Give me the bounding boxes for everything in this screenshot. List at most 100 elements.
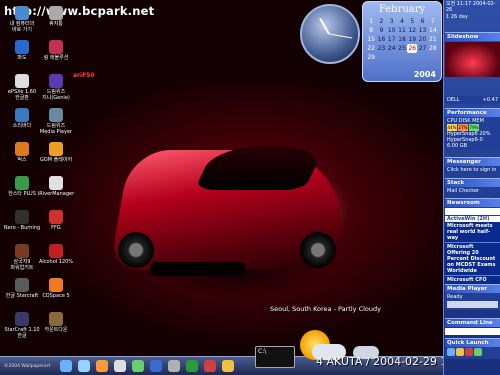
desktop-icon-image [49, 210, 63, 224]
desktop-icon[interactable]: 링 레볼루션 [34, 40, 78, 61]
messenger-title: Messenger [445, 157, 500, 166]
desktop-icon-image [15, 74, 29, 88]
desktop-icon-image [15, 312, 29, 326]
command-line-input[interactable] [445, 328, 500, 335]
desktop-icon[interactable]: 드림위즈 지니(Genie) [34, 74, 78, 101]
stack-title: Stack [445, 178, 500, 187]
quick-launch-icons[interactable] [445, 347, 500, 359]
desktop-icon[interactable]: iRiverManager [34, 176, 78, 197]
desktop-icon[interactable]: 휴지통 [34, 6, 78, 27]
taskbar-app9-icon[interactable] [222, 360, 234, 372]
taskbar-app3-icon[interactable] [114, 360, 126, 372]
quick-launch-icon[interactable] [447, 348, 455, 356]
slideshow-image[interactable] [445, 42, 500, 77]
stack-tile[interactable]: Stack Mail Checker [445, 178, 500, 195]
desktop-icon-image [15, 40, 29, 54]
taskbar-start-orb-icon[interactable] [60, 360, 72, 372]
taskbar-app1-icon[interactable] [78, 360, 90, 372]
quick-launch-tile[interactable]: Quick Launch [445, 338, 500, 359]
desktop-icon[interactable]: GOM 플레이어 [34, 142, 78, 163]
media-player-title: Media Player [445, 284, 500, 293]
desktop-icon-image [15, 210, 29, 224]
calendar-day[interactable]: 22 [366, 44, 376, 53]
calendar-grid: 1 2 3 4 5 6 7 8 9 10 11 12 13 14 15 16 17 18 19 20 21 22 23 24 2… [366, 17, 438, 62]
performance-tile[interactable]: Performance CPU DISK MEM 44% 27% 79% Hyper… [445, 108, 500, 150]
desktop-icon[interactable]: FFG [34, 210, 78, 231]
taskbar-app2-icon[interactable] [96, 360, 108, 372]
calendar-day[interactable]: 24 [387, 44, 397, 53]
newsroom-tile[interactable]: Newsroom ActiveWin (2H) Microsoft meets r… [445, 198, 500, 285]
media-controls[interactable] [447, 301, 498, 308]
calendar-day[interactable]: 5 [407, 17, 417, 26]
command-window-thumb[interactable]: C:\ [255, 346, 295, 368]
calendar-month: February [378, 4, 426, 15]
calendar-day[interactable]: 20 [417, 35, 427, 44]
analog-clock-widget[interactable] [300, 4, 360, 64]
taskbar-app5-icon[interactable] [150, 360, 162, 372]
taskbar-app4-icon[interactable] [132, 360, 144, 372]
newsroom-list: ActiveWin (2H) Microsoft meets real world… [445, 216, 500, 285]
wallpaper-car-wheel [118, 232, 154, 268]
calendar-day[interactable]: 10 [387, 26, 397, 35]
stock-tile: DELL +0.47 [445, 96, 500, 104]
quick-launch-icon[interactable] [474, 348, 482, 356]
taskbar-app7-icon[interactable] [186, 360, 198, 372]
calendar-day[interactable]: 9 [376, 26, 386, 35]
calendar-day[interactable]: 13 [417, 26, 427, 35]
calendar-day[interactable]: 7 [428, 17, 438, 26]
taskbar-app8-icon[interactable] [204, 360, 216, 372]
quick-launch-icon[interactable] [456, 348, 464, 356]
newsroom-toolbar[interactable] [445, 208, 500, 215]
calendar-widget[interactable]: February 1 2 3 4 5 6 7 8 9 10 11 12 13 14 15 16 17 18 19 20… [362, 1, 442, 82]
clock-minute-hand [329, 33, 353, 39]
desktop-icon-image [15, 6, 29, 20]
desktop-icon-label: 링 레볼루션 [43, 55, 69, 61]
calendar-day[interactable]: 21 [428, 35, 438, 44]
messenger-signin-link[interactable]: Click here to sign in [445, 166, 500, 174]
stock-value: +0.47 [482, 97, 498, 103]
calendar-day[interactable]: 14 [428, 26, 438, 35]
calendar-day[interactable]: 4 [397, 17, 407, 26]
calendar-day[interactable]: 17 [387, 35, 397, 44]
calendar-day[interactable]: 6 [417, 17, 427, 26]
slideshow-title: Slideshow [445, 32, 500, 41]
news-headline[interactable]: Microsoft Offering 20 Percent Discount o… [445, 243, 500, 276]
slideshow-tile[interactable]: Slideshow [445, 32, 500, 78]
quick-launch-icon[interactable] [465, 348, 473, 356]
f50-label: ariF50 [73, 72, 95, 79]
calendar-day[interactable]: 27 [417, 44, 427, 53]
desktop-icon-label: CDSpace 5 [42, 293, 70, 299]
taskbar-copyright: ©2004 Wallpaperart [4, 364, 51, 369]
calendar-day[interactable]: 23 [376, 44, 386, 53]
calendar-day[interactable]: 26 [407, 44, 418, 53]
calendar-day[interactable]: 8 [366, 26, 376, 35]
calendar-day[interactable]: 12 [407, 26, 417, 35]
calendar-day[interactable]: 1 [366, 17, 376, 26]
desktop-icon-label: iRiverManager [37, 191, 75, 197]
weather-location-text: Seoul, South Korea - Partly Cloudy [270, 305, 381, 313]
desktop-icon-image [49, 176, 63, 190]
calendar-day[interactable]: 19 [407, 35, 417, 44]
media-player-tile[interactable]: Media Player Ready [445, 284, 500, 310]
calendar-day[interactable]: 16 [376, 35, 386, 44]
command-line-tile[interactable]: Command Line [445, 318, 500, 336]
desktop-icon[interactable]: 카운트다운 [34, 312, 78, 333]
news-headline[interactable]: Microsoft meets real world half-way [445, 222, 500, 243]
performance-meter: 27% [458, 124, 468, 131]
taskbar-app6-icon[interactable] [168, 360, 180, 372]
desktop-icon[interactable]: CDSpace 5 [34, 278, 78, 299]
calendar-day[interactable]: 28 [428, 44, 438, 53]
calendar-day[interactable]: 11 [397, 26, 407, 35]
stack-item[interactable]: Mail Checker [445, 187, 500, 195]
calendar-day[interactable]: 15 [366, 35, 376, 44]
calendar-day[interactable]: 25 [397, 44, 407, 53]
desktop-icon-image [15, 176, 29, 190]
calendar-day[interactable]: 2 [376, 17, 386, 26]
calendar-day[interactable]: 29 [366, 53, 376, 62]
messenger-tile[interactable]: Messenger Click here to sign in [445, 157, 500, 174]
desktop-icon[interactable]: 드림위즈 Media Player [34, 108, 78, 135]
calendar-day[interactable]: 3 [387, 17, 397, 26]
command-line-title: Command Line [445, 318, 500, 327]
calendar-day[interactable]: 18 [397, 35, 407, 44]
desktop-icon[interactable]: Alcohol 120% [34, 244, 78, 265]
